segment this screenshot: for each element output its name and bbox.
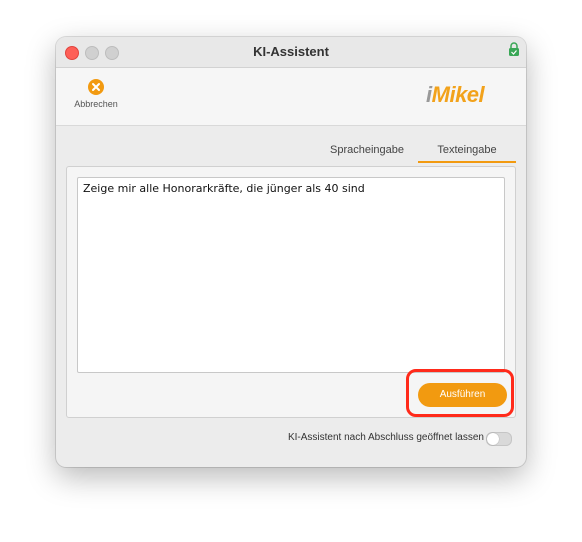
keep-open-label: KI-Assistent nach Abschluss geöffnet las… [287, 432, 484, 443]
tab-text-input[interactable]: Texteingabe [418, 143, 516, 163]
window-title: KI-Assistent [253, 44, 329, 59]
cancel-label: Abbrechen [74, 99, 118, 109]
run-button[interactable]: Ausführen [418, 383, 507, 407]
ki-assistant-window: KI-Assistent Abbrechen iMikel Spracheing… [56, 37, 526, 467]
cancel-button[interactable]: Abbrechen [66, 74, 126, 118]
query-textarea[interactable]: Zeige mir alle Honorarkräfte, die jünger… [77, 177, 505, 373]
toolbar: Abbrechen iMikel [56, 68, 526, 126]
input-mode-tabs: Spracheingabe Texteingabe [56, 143, 526, 163]
title-bar: KI-Assistent [56, 37, 526, 68]
tab-speech-input[interactable]: Spracheingabe [324, 143, 410, 161]
toggle-knob [487, 433, 499, 445]
text-input-panel: Zeige mir alle Honorarkräfte, die jünger… [66, 166, 516, 418]
lock-icon [509, 42, 519, 56]
cancel-icon [88, 79, 104, 95]
keep-open-toggle[interactable] [486, 432, 512, 446]
imikel-logo: iMikel [426, 82, 485, 107]
